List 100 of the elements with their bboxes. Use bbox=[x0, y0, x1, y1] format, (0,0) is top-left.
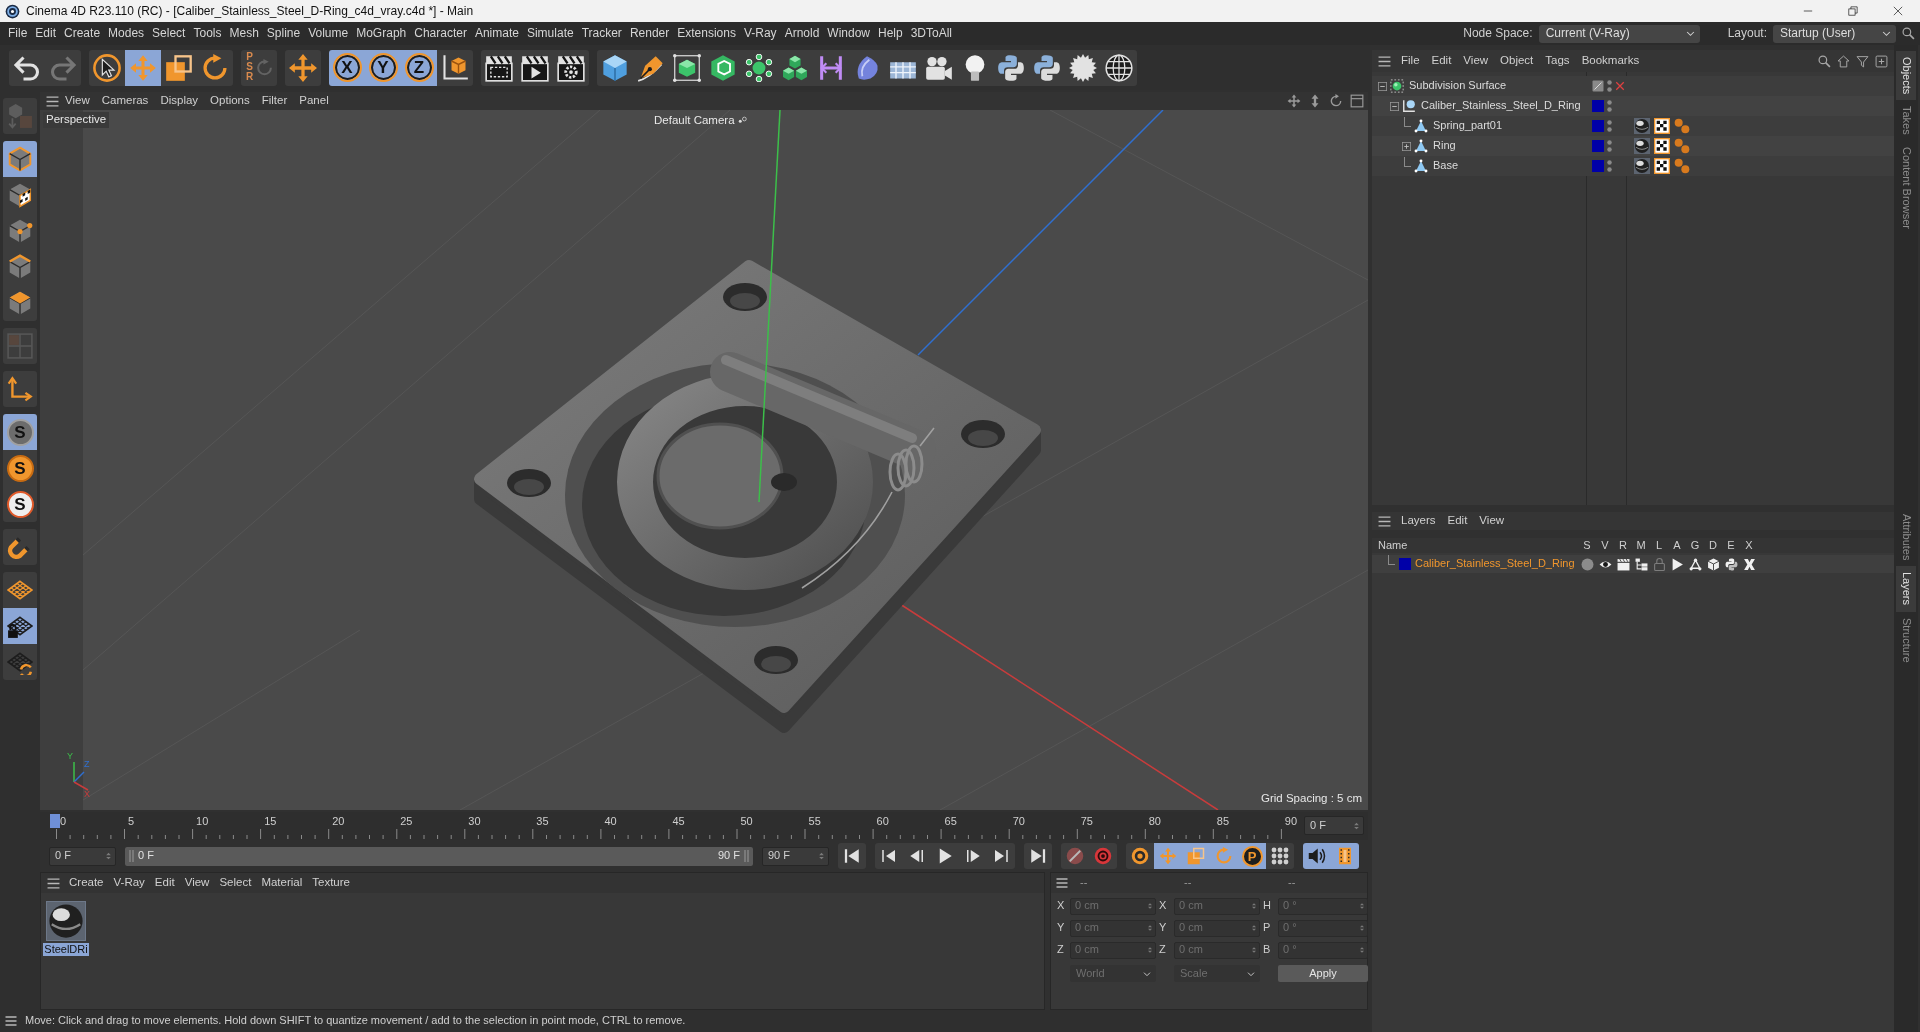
menu-item[interactable]: Help bbox=[874, 22, 907, 45]
menu-item[interactable]: Tools bbox=[189, 22, 226, 45]
tree-row[interactable]: Caliber_Stainless_Steel_D_Ring bbox=[1372, 96, 1894, 116]
toolbar-button[interactable] bbox=[9, 49, 45, 86]
dot-icon[interactable] bbox=[1580, 557, 1594, 571]
menu-item[interactable]: File bbox=[4, 22, 32, 45]
toolbar-button[interactable] bbox=[481, 49, 517, 86]
menu-item[interactable]: Texture bbox=[307, 876, 355, 890]
side-tab[interactable]: Objects bbox=[1896, 51, 1916, 101]
playback-button[interactable] bbox=[875, 843, 903, 869]
menu-button[interactable] bbox=[46, 94, 59, 108]
playback-button[interactable] bbox=[1266, 843, 1294, 869]
mode-button[interactable] bbox=[3, 285, 37, 321]
cross-icon[interactable] bbox=[1615, 81, 1625, 91]
menu-item[interactable]: Options bbox=[204, 94, 256, 108]
menu-item[interactable]: View bbox=[179, 876, 215, 890]
menu-item[interactable]: Volume bbox=[304, 22, 353, 45]
menu-item[interactable]: Tracker bbox=[577, 22, 626, 45]
playback-button[interactable] bbox=[1024, 843, 1052, 869]
menu-item[interactable]: Modes bbox=[104, 22, 149, 45]
node-triangle-icon[interactable] bbox=[1688, 557, 1702, 571]
tree-row[interactable]: Spring_part01 bbox=[1372, 116, 1894, 136]
toolbar-button[interactable] bbox=[285, 49, 321, 86]
toolbar-button[interactable] bbox=[437, 49, 473, 86]
toolbar-button[interactable] bbox=[125, 49, 161, 86]
playback-button[interactable] bbox=[838, 843, 866, 869]
menu-item[interactable]: Simulate bbox=[522, 22, 578, 45]
clapperboard-icon[interactable] bbox=[1616, 557, 1630, 571]
menu-item[interactable]: Select bbox=[148, 22, 190, 45]
toolbar-button[interactable] bbox=[89, 49, 125, 86]
menu-item[interactable]: V-Ray bbox=[739, 22, 781, 45]
menu-item[interactable]: Spline bbox=[262, 22, 305, 45]
node-space-dropdown[interactable]: Current (V-Ray) bbox=[1538, 24, 1700, 43]
toolbar-button[interactable] bbox=[553, 49, 589, 86]
minus-box-icon[interactable] bbox=[1378, 81, 1387, 91]
current-frame-field[interactable]: 0 F bbox=[1304, 816, 1364, 835]
menu-item[interactable]: Panel bbox=[293, 94, 335, 108]
menu-item[interactable]: Edit bbox=[149, 876, 180, 890]
playback-button[interactable] bbox=[1126, 843, 1154, 869]
menu-item[interactable]: Arnold bbox=[780, 22, 824, 45]
tree-row[interactable]: Ring bbox=[1372, 136, 1894, 156]
playback-button[interactable] bbox=[1061, 843, 1089, 869]
end-frame-field[interactable]: 90 F bbox=[762, 846, 829, 866]
menu-item[interactable]: Window bbox=[823, 22, 874, 45]
menu-item[interactable]: Extensions bbox=[673, 22, 740, 45]
mode-button[interactable] bbox=[3, 572, 37, 608]
menu-item[interactable]: Edit bbox=[31, 22, 61, 45]
menu-item[interactable]: File bbox=[1395, 54, 1426, 68]
side-tab[interactable]: Attributes bbox=[1896, 508, 1916, 567]
play-icon[interactable] bbox=[1670, 557, 1684, 571]
playback-button[interactable] bbox=[987, 843, 1015, 869]
menu-item[interactable]: Mesh bbox=[225, 22, 263, 45]
layer-row[interactable]: Caliber_Stainless_Steel_D_Ring bbox=[1372, 555, 1894, 573]
menu-item[interactable]: Material bbox=[256, 876, 308, 890]
tree-row[interactable]: Base bbox=[1372, 156, 1894, 176]
toolbar-button[interactable]: X bbox=[329, 49, 365, 86]
menu-item[interactable]: View bbox=[1473, 514, 1511, 528]
start-frame-field[interactable]: 0 F bbox=[49, 846, 116, 866]
toolbar-button[interactable] bbox=[597, 49, 633, 86]
menu-item[interactable]: Character bbox=[410, 22, 471, 45]
toolbar-button[interactable] bbox=[197, 49, 233, 86]
frame-range-track[interactable]: 0 F 90 F bbox=[125, 846, 753, 866]
menu-item[interactable]: Animate bbox=[470, 22, 523, 45]
side-tab[interactable]: Content Browser bbox=[1896, 141, 1916, 235]
mode-button[interactable]: S bbox=[3, 450, 37, 486]
menu-item[interactable]: MoGraph bbox=[352, 22, 411, 45]
menu-item[interactable]: 3DToAll bbox=[906, 22, 957, 45]
side-tab[interactable]: Layers bbox=[1896, 566, 1916, 612]
panel-tool-button[interactable] bbox=[1837, 54, 1850, 68]
mode-button[interactable] bbox=[3, 644, 37, 680]
hierarchy-icon[interactable] bbox=[1634, 557, 1648, 571]
mode-button[interactable]: S bbox=[3, 486, 37, 522]
minus-box-icon[interactable] bbox=[1390, 101, 1399, 111]
view-nav-button[interactable] bbox=[1287, 94, 1301, 108]
view-nav-button[interactable] bbox=[1329, 94, 1343, 108]
toolbar-button[interactable]: Y bbox=[365, 49, 401, 86]
shaded-sphere-icon[interactable] bbox=[1634, 118, 1650, 134]
menu-item[interactable]: Edit bbox=[1441, 514, 1474, 528]
menu-item[interactable]: Bookmarks bbox=[1575, 54, 1646, 68]
side-tab[interactable]: Structure bbox=[1896, 611, 1916, 669]
shaded-sphere-icon[interactable] bbox=[1634, 138, 1650, 154]
menu-item[interactable]: View bbox=[59, 94, 96, 108]
panel-tool-button[interactable] bbox=[1856, 54, 1869, 68]
mode-button[interactable] bbox=[3, 371, 37, 407]
checker-icon[interactable] bbox=[1654, 138, 1670, 154]
side-tab[interactable]: Takes bbox=[1896, 100, 1916, 142]
playback-button[interactable] bbox=[1089, 843, 1117, 869]
menu-item[interactable]: Layers bbox=[1395, 514, 1442, 528]
plus-box-icon[interactable] bbox=[1402, 141, 1411, 151]
toolbar-button[interactable] bbox=[161, 49, 197, 86]
two-dots-icon[interactable] bbox=[1674, 118, 1690, 134]
checker-icon[interactable] bbox=[1654, 158, 1670, 174]
layout-dropdown[interactable]: Startup (User) bbox=[1773, 24, 1896, 43]
menu-button[interactable] bbox=[1378, 54, 1391, 68]
menu-item[interactable]: Select bbox=[214, 876, 257, 890]
menu-button[interactable] bbox=[1378, 514, 1391, 528]
menu-item[interactable]: Display bbox=[154, 94, 205, 108]
playback-button[interactable]: P bbox=[1238, 843, 1266, 869]
menu-item[interactable]: Object bbox=[1494, 54, 1540, 68]
panel-tool-button[interactable] bbox=[1818, 54, 1831, 68]
